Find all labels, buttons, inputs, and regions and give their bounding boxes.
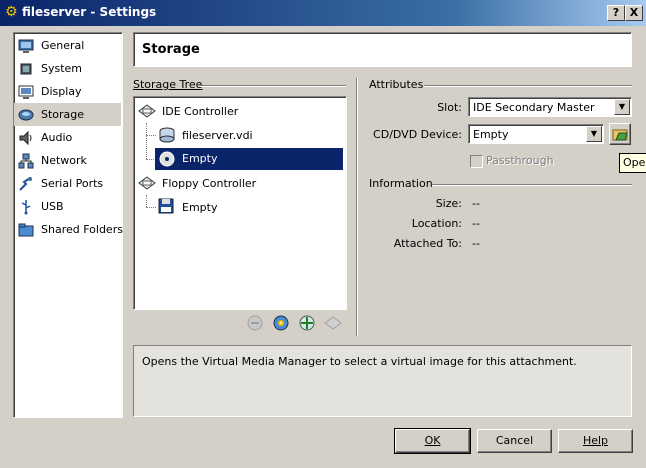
size-value: -- xyxy=(472,197,480,210)
nav-label: System xyxy=(41,62,83,75)
nav-item-display[interactable]: Display xyxy=(14,80,121,103)
chip-icon xyxy=(20,63,32,75)
nav-label: USB xyxy=(41,200,64,213)
disk-image-icon xyxy=(159,127,175,143)
remove-attachment-icon[interactable] xyxy=(324,314,342,332)
location-label: Location: xyxy=(411,217,462,230)
nav-item-network[interactable]: Network xyxy=(14,149,121,172)
shared-folder-icon xyxy=(18,223,34,237)
hard-disk-icon xyxy=(18,109,34,121)
floppy-controller-icon xyxy=(138,176,156,190)
tree-label: Empty xyxy=(182,152,218,165)
information-heading: Information xyxy=(369,177,433,190)
nav-label: General xyxy=(41,39,85,52)
speaker-icon xyxy=(19,130,32,146)
passthrough-checkbox[interactable] xyxy=(470,155,483,168)
description-text: Opens the Virtual Media Manager to selec… xyxy=(142,355,577,368)
app-gear-icon: ⚙ xyxy=(5,4,18,20)
slot-label: Slot: xyxy=(437,101,462,114)
open-media-manager-button[interactable] xyxy=(609,123,631,145)
tree-label: fileserver.vdi xyxy=(182,129,253,142)
tree-label: Empty xyxy=(182,201,218,214)
nav-label: Network xyxy=(41,154,87,167)
divider xyxy=(432,184,632,186)
dropdown-arrow-icon[interactable]: ▼ xyxy=(614,99,630,115)
tree-label: Floppy Controller xyxy=(162,177,257,190)
nav-item-general[interactable]: General xyxy=(14,34,121,57)
dropdown-arrow-icon[interactable]: ▼ xyxy=(586,126,602,142)
nav-label: Display xyxy=(41,85,82,98)
nav-item-serial-ports[interactable]: Serial Ports xyxy=(14,172,121,195)
folder-open-icon xyxy=(612,129,628,141)
serial-port-icon xyxy=(19,177,32,191)
nav-item-usb[interactable]: USB xyxy=(14,195,121,218)
nav-label: Audio xyxy=(41,131,73,144)
usb-icon xyxy=(21,200,31,215)
tree-label: IDE Controller xyxy=(162,105,239,118)
ok-label: OK xyxy=(424,434,441,447)
nav-label: Serial Ports xyxy=(41,177,104,190)
nav-label: Shared Folders xyxy=(41,223,123,236)
cd-device-value: Empty xyxy=(473,128,509,141)
vertical-divider xyxy=(356,78,358,336)
cd-device-label: CD/DVD Device: xyxy=(373,128,462,141)
tree-connector xyxy=(146,207,156,208)
passthrough-label: Passthrough xyxy=(486,154,554,167)
divider xyxy=(200,85,346,87)
display-icon xyxy=(18,85,34,99)
network-icon xyxy=(18,153,34,169)
attached-to-label: Attached To: xyxy=(393,237,462,250)
cd-device-select[interactable]: Empty ▼ xyxy=(468,124,604,144)
floppy-icon xyxy=(158,198,174,214)
close-window-button[interactable]: X xyxy=(625,5,643,21)
nav-label: Storage xyxy=(41,108,85,121)
help-title-button[interactable]: ? xyxy=(607,5,625,21)
help-label: Help xyxy=(582,434,609,447)
nav-item-system[interactable]: System xyxy=(14,57,121,80)
window-title: fileserver - Settings xyxy=(22,5,157,19)
nav-item-audio[interactable]: Audio xyxy=(14,126,121,149)
storage-tree-heading: Storage Tree xyxy=(133,78,203,91)
add-cd-icon[interactable] xyxy=(272,314,290,332)
help-button[interactable]: Help xyxy=(558,429,633,453)
divider xyxy=(424,85,632,87)
attributes-heading: Attributes xyxy=(369,78,424,91)
description-box: Opens the Virtual Media Manager to selec… xyxy=(133,345,632,417)
monitor-icon xyxy=(18,39,34,53)
nav-item-storage[interactable]: Storage xyxy=(14,103,121,126)
remove-controller-icon[interactable] xyxy=(246,314,264,332)
slot-value: IDE Secondary Master xyxy=(473,101,595,114)
tree-item-cd-empty[interactable]: Empty xyxy=(155,148,343,170)
cancel-button[interactable]: Cancel xyxy=(477,429,552,453)
attached-to-value: -- xyxy=(472,237,480,250)
tree-connector xyxy=(146,135,156,136)
storage-tree: IDE Controller fileserver.vdi Empty Flop… xyxy=(133,96,347,310)
tree-connector xyxy=(146,195,147,207)
page-title: Storage xyxy=(142,42,200,57)
location-value: -- xyxy=(472,217,480,230)
ide-controller-icon xyxy=(138,104,156,118)
tree-connector xyxy=(146,123,147,159)
add-attachment-icon[interactable] xyxy=(298,314,316,332)
cd-icon xyxy=(159,151,175,167)
page-title-box: Storage xyxy=(133,32,632,67)
ok-button[interactable]: OK xyxy=(394,428,471,454)
nav-item-shared-folders[interactable]: Shared Folders xyxy=(14,218,123,241)
size-label: Size: xyxy=(435,197,462,210)
slot-select[interactable]: IDE Secondary Master ▼ xyxy=(468,97,632,117)
tooltip: Oper xyxy=(619,153,646,173)
settings-nav-list: General System Display Storage Audio Net… xyxy=(13,32,123,418)
